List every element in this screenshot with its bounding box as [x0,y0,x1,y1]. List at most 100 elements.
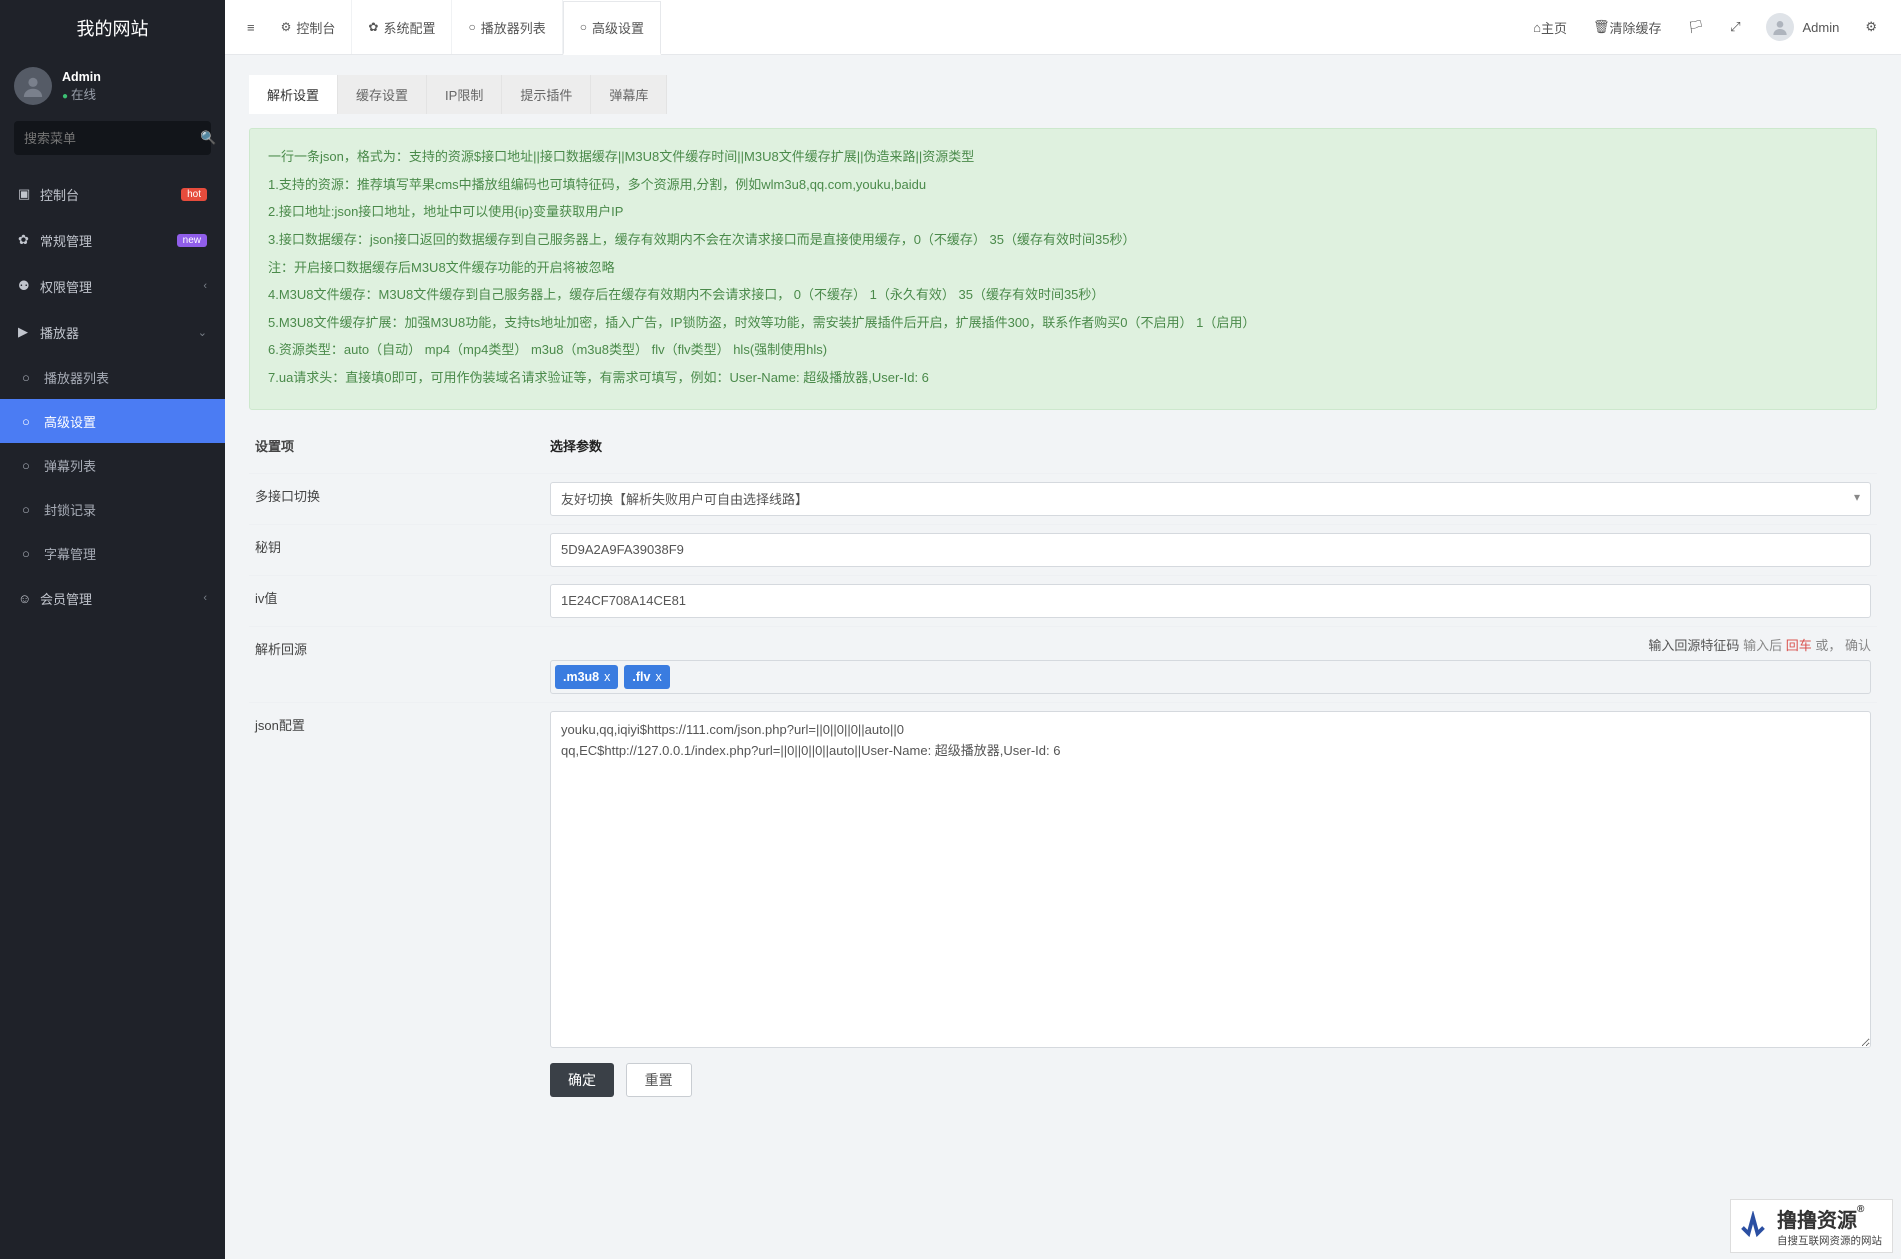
sidebar-item-subtitle[interactable]: ○ 字幕管理 [0,531,225,575]
help-line: 6.资源类型：auto（自动） mp4（mp4类型） m3u8（m3u8类型） … [268,337,1858,364]
sidebar-item-member[interactable]: ☺ 会员管理 ‹ [0,575,225,621]
user-icon: ☺ [18,591,40,606]
form-header: 设置项 选择参数 [249,426,1877,474]
sidebar-item-label: 字幕管理 [44,544,207,563]
home-icon: ⌂ [1533,20,1541,35]
tab-advanced[interactable]: ○ 高级设置 [563,1,661,55]
clear-cache-button[interactable]: 🗑 清除缓存 [1581,0,1674,55]
row-iv: iv值 [249,576,1877,627]
row-origin: 解析回源 输入回源特征码 输入后 回车 或， 确认 .m3u8x .flvx [249,627,1877,703]
subtab-tip-plugin[interactable]: 提示插件 [502,75,591,114]
profile-block: Admin ●在线 [0,55,225,121]
sidebar-nav: ▣ 控制台 hot ✿ 常规管理 new ⚉ 权限管理 ‹ ▶ 播放器 ⌄ ○ [0,165,225,621]
textarea-json-config[interactable] [550,711,1871,1048]
tab-player-list[interactable]: ○ 播放器列表 [452,0,562,54]
sidebar-item-label: 控制台 [40,185,181,204]
search-input[interactable] [24,131,200,146]
sidebar-item-player[interactable]: ▶ 播放器 ⌄ [0,309,225,355]
row-label: 解析回源 [249,627,544,702]
tag-flv[interactable]: .flvx [624,665,669,689]
sidebar-item-console[interactable]: ▣ 控制台 hot [0,171,225,217]
sidebar-item-permission[interactable]: ⚉ 权限管理 ‹ [0,263,225,309]
circle-icon: ○ [22,414,44,429]
home-link[interactable]: ⌂ 主页 [1521,0,1579,55]
search-icon[interactable]: 🔍 [200,130,216,146]
watermark-brand: 撸撸资源® [1777,1204,1882,1233]
play-icon: ▶ [18,324,40,340]
help-line: 2.接口地址:json接口地址，地址中可以使用{ip}变量获取用户IP [268,199,1858,226]
users-icon: ⚉ [18,278,40,294]
tab-label: 控制台 [296,18,335,37]
sidebar-item-danmu-list[interactable]: ○ 弹幕列表 [0,443,225,487]
trash-icon: 🗑 [1593,19,1610,35]
menu-icon: ≡ [247,20,255,35]
circle-icon: ○ [580,20,587,34]
header-label: 设置项 [249,426,544,473]
row-secret: 秘钥 [249,525,1877,576]
sidebar-item-label: 权限管理 [40,277,203,296]
circle-icon: ○ [22,546,44,561]
menu-toggle[interactable]: ≡ [237,0,265,54]
gear-icon: ✿ [368,20,378,34]
sidebar-item-label: 弹幕列表 [44,456,207,475]
caret-down-icon: ▾ [1854,490,1860,504]
dashboard-icon: ▣ [18,186,40,202]
help-line: 5.M3U8文件缓存扩展：加强M3U8功能，支持ts地址加密，插入广告，IP锁防… [268,310,1858,337]
help-line: 3.接口数据缓存：json接口返回的数据缓存到自己服务器上，缓存有效期内不会在次… [268,227,1858,254]
tab-system-config[interactable]: ✿ 系统配置 [352,0,452,54]
help-line: 4.M3U8文件缓存：M3U8文件缓存到自己服务器上，缓存后在缓存有效期内不会请… [268,282,1858,309]
row-label: iv值 [249,576,544,626]
sidebar-item-block-log[interactable]: ○ 封锁记录 [0,487,225,531]
circle-icon: ○ [22,458,44,473]
fullscreen-button[interactable]: ⤢ [1718,0,1752,55]
subtab-danmu-lib[interactable]: 弹幕库 [591,75,667,114]
language-button[interactable]: 🏳 [1676,0,1717,55]
reset-button[interactable]: 重置 [626,1063,692,1097]
badge-new: new [177,234,207,247]
settings-button[interactable]: ⚙ [1853,0,1889,55]
row-json-config: json配置 确定 重置 [249,703,1877,1117]
help-line: 7.ua请求头：直接填0即可，可用作伪装域名请求验证等，有需求可填写，例如：Us… [268,365,1858,392]
gear-icon: ⚙ [1865,19,1877,35]
tab-console[interactable]: ⚙ 控制台 [265,0,353,54]
sidebar-item-player-list[interactable]: ○ 播放器列表 [0,355,225,399]
profile-status: ●在线 [62,84,101,103]
subtab-iplimit[interactable]: IP限制 [427,75,502,114]
sidebar-item-label: 封锁记录 [44,500,207,519]
avatar[interactable] [14,67,52,105]
subtab-bar: 解析设置 缓存设置 IP限制 提示插件 弹幕库 [249,75,1877,114]
row-label: 秘钥 [249,525,544,575]
select-multi-switch[interactable]: 友好切换【解析失败用户可自由选择线路】 ▾ [550,482,1871,516]
sidebar-item-label: 常规管理 [40,231,177,250]
avatar-icon [1766,13,1794,41]
flag-icon: 🏳 [1688,19,1705,35]
sidebar-search[interactable]: 🔍 [14,121,211,155]
sidebar-item-advanced[interactable]: ○ 高级设置 [0,399,225,443]
chevron-down-icon: ⌄ [198,326,207,339]
sidebar-item-general[interactable]: ✿ 常规管理 new [0,217,225,263]
tag-input-origin[interactable]: .m3u8x .flvx [550,660,1871,694]
row-label: 多接口切换 [249,474,544,524]
sidebar-item-label: 播放器列表 [44,368,207,387]
origin-hint: 输入回源特征码 输入后 回车 或， 确认 [550,635,1871,654]
user-menu[interactable]: Admin [1754,0,1851,55]
badge-hot: hot [181,188,207,201]
circle-icon: ○ [22,370,44,385]
chevron-left-icon: ‹ [203,280,207,292]
tag-remove-icon[interactable]: x [604,670,610,684]
row-multi-switch: 多接口切换 友好切换【解析失败用户可自由选择线路】 ▾ [249,474,1877,525]
subtab-cache[interactable]: 缓存设置 [338,75,427,114]
submit-button[interactable]: 确定 [550,1063,614,1097]
input-secret[interactable] [550,533,1871,567]
chevron-left-icon: ‹ [203,592,207,604]
watermark-logo-icon [1737,1210,1769,1242]
watermark-sub: 自搜互联网资源的网站 [1777,1233,1882,1248]
tag-m3u8[interactable]: .m3u8x [555,665,618,689]
tag-remove-icon[interactable]: x [655,670,661,684]
row-label: json配置 [249,703,544,1117]
topbar: ≡ ⚙ 控制台 ✿ 系统配置 ○ 播放器列表 ○ 高级设置 [225,0,1901,55]
input-iv[interactable] [550,584,1871,618]
sidebar: 我的网站 Admin ●在线 🔍 ▣ 控制台 hot [0,0,225,1259]
subtab-parse[interactable]: 解析设置 [249,75,338,114]
profile-name: Admin [62,70,101,84]
